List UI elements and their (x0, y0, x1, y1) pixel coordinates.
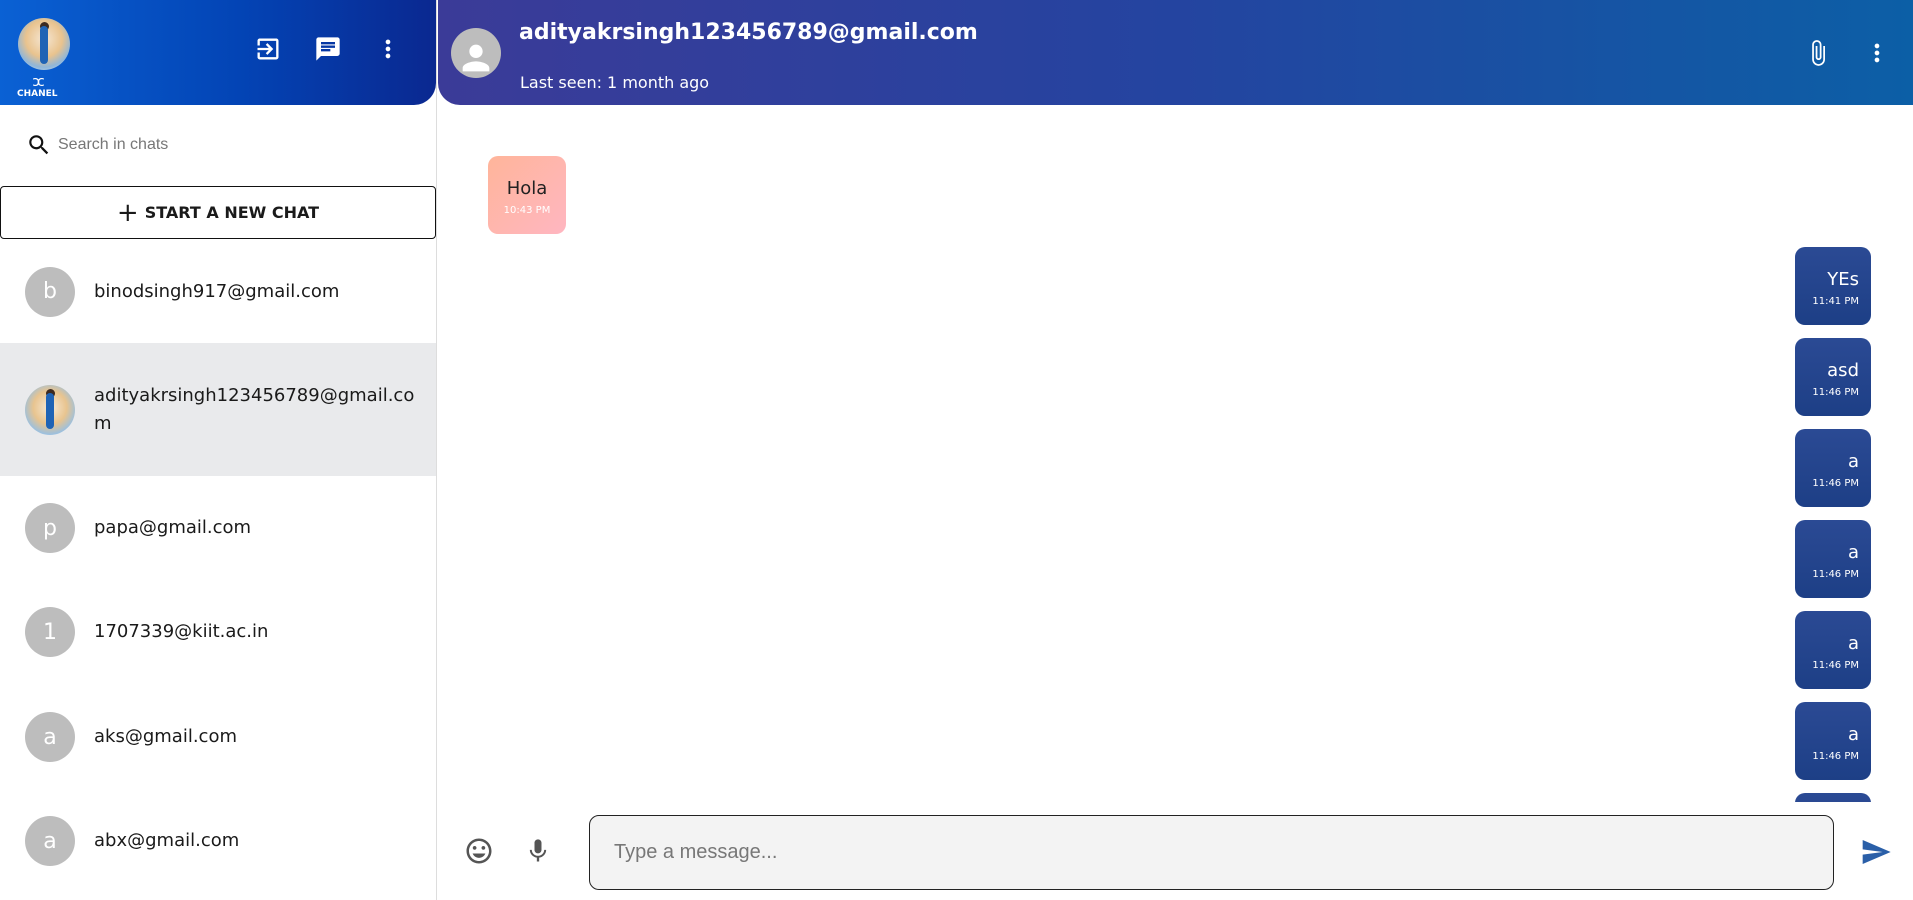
chat-list-item[interactable]: p papa@gmail.com (0, 476, 436, 580)
search-input[interactable] (58, 136, 418, 154)
contact-name: adityakrsingh123456789@gmail.com (519, 20, 978, 45)
outgoing-message: asd 11:46 PM (1795, 338, 1871, 416)
chat-list-item[interactable]: a aks@gmail.com (0, 684, 436, 790)
chat-avatar-photo (25, 384, 75, 435)
brand-text: CHANEL (17, 89, 58, 99)
message-composer (438, 802, 1913, 900)
message-text: YEs (1827, 269, 1859, 290)
message-time: 11:41 PM (1812, 296, 1859, 307)
chat-avatar: b (25, 266, 75, 317)
chat-list-item[interactable]: a abx@gmail.com (0, 790, 436, 892)
incoming-message: Hola 10:43 PM (488, 156, 566, 234)
conversation-header: adityakrsingh123456789@gmail.com Last se… (438, 0, 1913, 105)
message-time: 10:43 PM (503, 205, 551, 216)
attach-icon[interactable] (1803, 36, 1833, 70)
search-icon (29, 135, 49, 155)
chat-avatar: 1 (25, 607, 75, 657)
chat-avatar: a (25, 816, 75, 866)
chat-search (0, 105, 436, 185)
sidebar-header: ↄc CHANEL (0, 0, 436, 105)
chat-contact-name: binodsingh917@gmail.com (94, 280, 340, 302)
exit-icon[interactable] (253, 34, 283, 64)
plus-icon: + (116, 197, 139, 228)
message-text: a (1847, 724, 1859, 745)
message-text: Hola (506, 178, 548, 199)
message-text: a (1847, 451, 1859, 472)
avatar-photo-figure (40, 26, 48, 64)
outgoing-message-partial (1795, 793, 1871, 802)
outgoing-message: a 11:46 PM (1795, 611, 1871, 689)
chat-list-item[interactable]: 1 1707339@kiit.ac.in (0, 580, 436, 684)
start-new-chat-button[interactable]: + START A NEW CHAT (0, 186, 436, 239)
message-time: 11:46 PM (1812, 751, 1859, 762)
chat-list: b binodsingh917@gmail.com adityakrsingh1… (0, 240, 436, 892)
chat-contact-name: adityakrsingh123456789@gmail.com (94, 384, 415, 434)
send-icon[interactable] (1858, 834, 1894, 870)
start-new-chat-label: START A NEW CHAT (144, 203, 320, 222)
message-text: a (1847, 633, 1859, 654)
outgoing-message: YEs 11:41 PM (1795, 247, 1871, 325)
outgoing-message: a 11:46 PM (1795, 520, 1871, 598)
message-text: asd (1827, 360, 1859, 381)
chat-app: ↄc CHANEL + START A NEW CHAT b bin (0, 0, 1913, 900)
contact-avatar[interactable] (451, 28, 501, 78)
message-time: 11:46 PM (1812, 387, 1859, 398)
more-vert-icon[interactable] (373, 34, 403, 64)
chat-list-item[interactable]: b binodsingh917@gmail.com (0, 240, 436, 343)
outgoing-message: a 11:46 PM (1795, 702, 1871, 780)
avatar-photo-figure (46, 392, 54, 429)
chat-list-item-active[interactable]: adityakrsingh123456789@gmail.com (0, 343, 436, 476)
chat-avatar: p (25, 503, 75, 553)
message-time: 11:46 PM (1812, 569, 1859, 580)
message-input[interactable] (589, 815, 1834, 890)
chat-contact-name: abx@gmail.com (94, 830, 240, 851)
chat-contact-name: aks@gmail.com (94, 726, 237, 747)
brand-logo: ↄc CHANEL (17, 74, 58, 99)
outgoing-message: a 11:46 PM (1795, 429, 1871, 507)
last-seen-status: Last seen: 1 month ago (520, 73, 710, 92)
chat-contact-name: 1707339@kiit.ac.in (94, 621, 269, 642)
person-icon (462, 44, 490, 72)
chanel-logo-icon: ↄc (32, 74, 44, 90)
message-time: 11:46 PM (1812, 478, 1859, 489)
profile-avatar[interactable] (18, 18, 70, 70)
emoji-icon[interactable] (462, 834, 496, 868)
message-text: a (1847, 542, 1859, 563)
conversation-panel: adityakrsingh123456789@gmail.com Last se… (438, 0, 1913, 900)
mic-icon[interactable] (521, 834, 555, 868)
message-time: 11:46 PM (1812, 660, 1859, 671)
message-list: Hola 10:43 PM YEs 11:41 PM asd 11:46 PM … (438, 105, 1913, 802)
sidebar: ↄc CHANEL + START A NEW CHAT b bin (0, 0, 437, 900)
chat-icon[interactable] (313, 34, 343, 64)
chat-avatar: a (25, 712, 75, 762)
more-vert-icon[interactable] (1862, 36, 1892, 70)
chat-contact-name: papa@gmail.com (94, 517, 252, 538)
